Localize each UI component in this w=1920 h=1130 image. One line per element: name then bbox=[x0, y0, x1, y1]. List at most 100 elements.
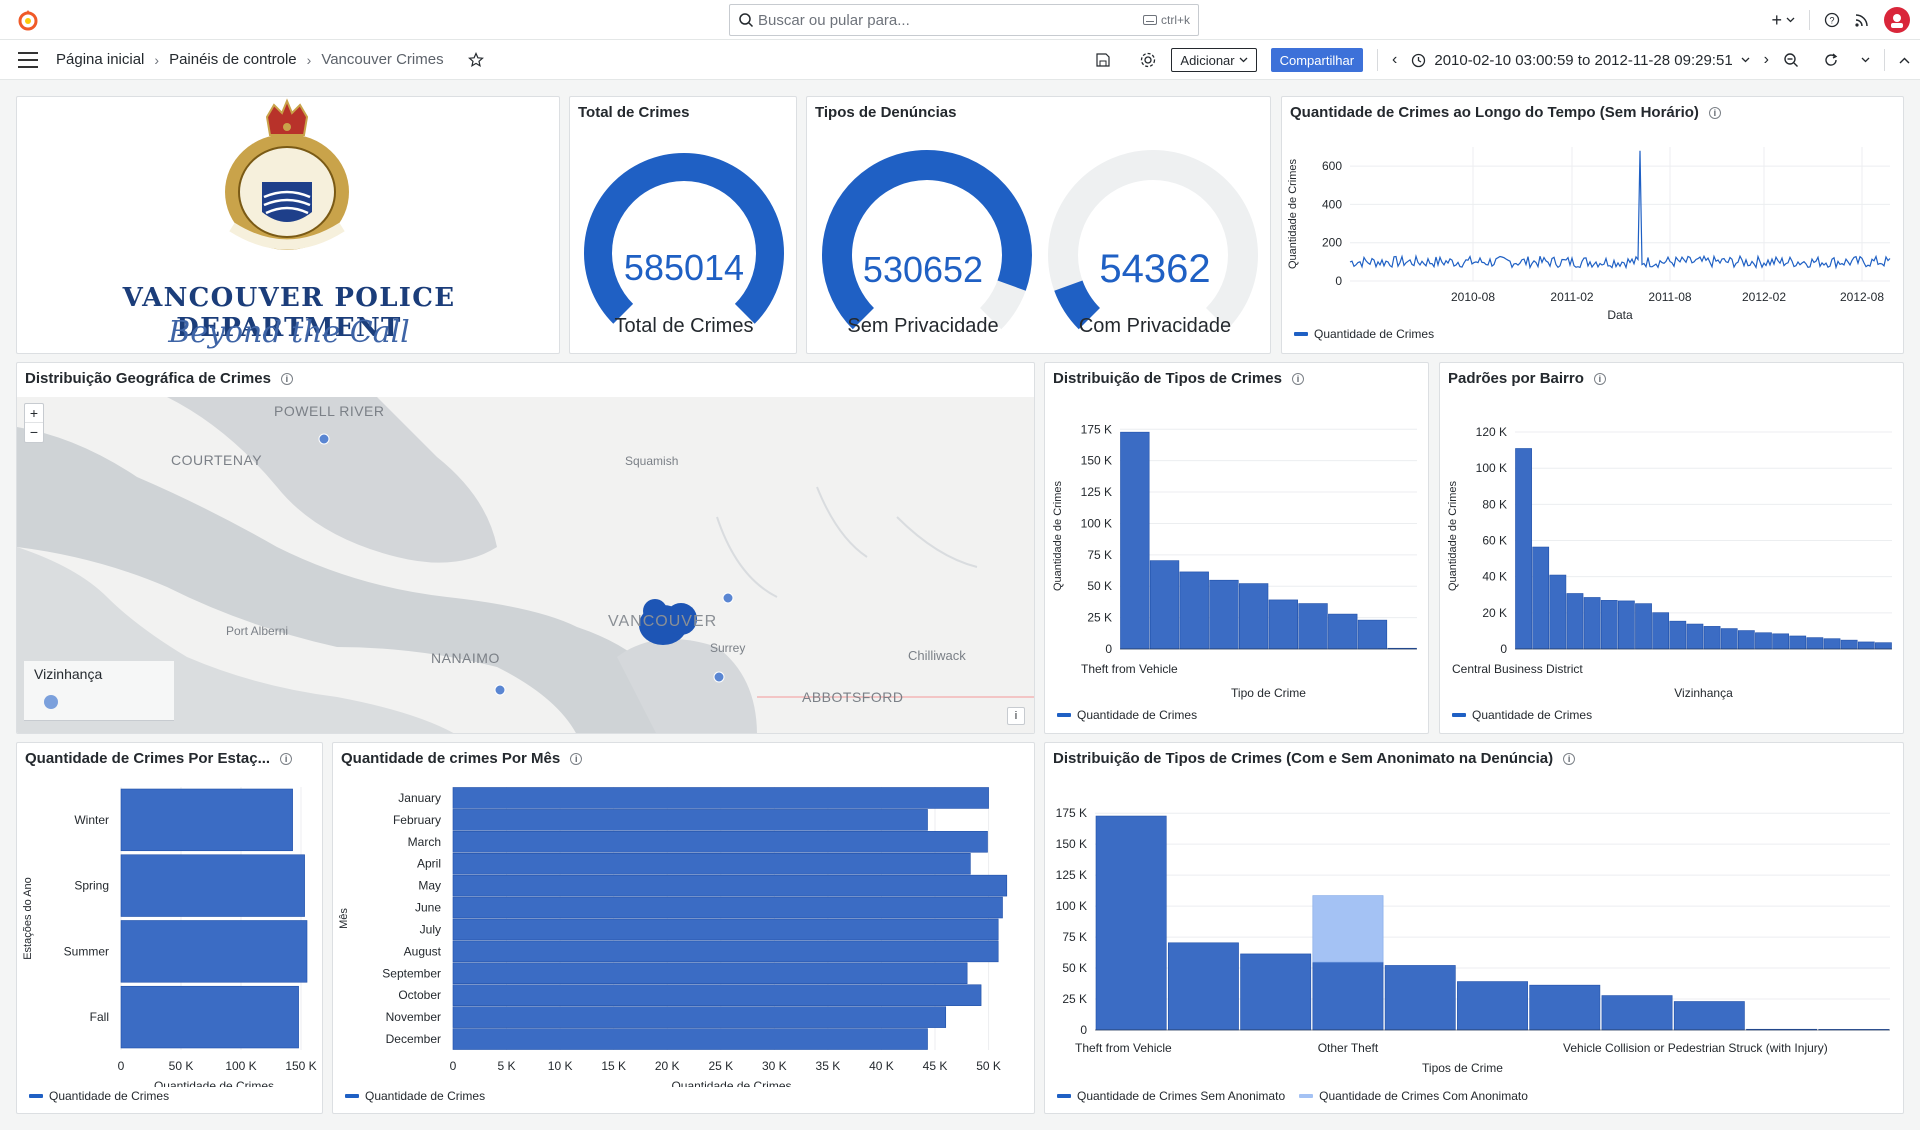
x-tick-label: 35 K bbox=[816, 1059, 841, 1073]
map-point[interactable] bbox=[713, 671, 725, 683]
news-rss-icon[interactable] bbox=[1854, 12, 1870, 28]
breadcrumb-home[interactable]: Página inicial bbox=[56, 51, 144, 68]
info-icon[interactable]: i bbox=[1563, 752, 1576, 765]
mes-bar-chart: 0 5 K 10 K 15 K 20 K 25 K 30 K 35 K 40 K 45 K 50 K… bbox=[338, 787, 1008, 1087]
time-back-button[interactable]: ‹ bbox=[1392, 51, 1397, 69]
x-tick-label: 10 K bbox=[548, 1059, 573, 1073]
zoom-out-icon[interactable] bbox=[1783, 52, 1799, 68]
map-point[interactable] bbox=[318, 433, 330, 445]
new-menu-button[interactable]: + bbox=[1771, 10, 1795, 31]
chart-legend[interactable]: Quantidade de Crimes bbox=[1294, 327, 1434, 341]
info-icon[interactable]: i bbox=[1593, 372, 1606, 385]
legend-swatch bbox=[1294, 332, 1308, 336]
map-point[interactable] bbox=[722, 592, 734, 604]
bar bbox=[1789, 635, 1807, 650]
x-tick-label: 45 K bbox=[923, 1059, 948, 1073]
chevron-down-icon bbox=[1741, 57, 1750, 63]
refresh-interval-chevron-icon[interactable] bbox=[1861, 57, 1870, 63]
bar bbox=[1239, 583, 1269, 650]
map-attribution-button[interactable]: i bbox=[1007, 707, 1025, 725]
map-label-port-alberni: Port Alberni bbox=[226, 624, 289, 638]
y-tick-label: 20 K bbox=[1482, 606, 1507, 620]
y-tick-label: 0 bbox=[1335, 274, 1342, 288]
bar bbox=[1720, 628, 1738, 650]
bairro-panel: Padrões por Bairro i 0 20 K 40 K 60 K 80 K 100… bbox=[1439, 362, 1904, 734]
chart-legend[interactable]: Quantidade de Crimes bbox=[1452, 708, 1592, 722]
x-tick-label: Theft from Vehicle bbox=[1075, 1041, 1172, 1055]
add-button[interactable]: Adicionar bbox=[1171, 48, 1257, 72]
chevron-right-icon: › bbox=[154, 51, 160, 68]
bar bbox=[120, 985, 299, 1049]
settings-gear-icon[interactable] bbox=[1139, 51, 1157, 69]
vpd-logo-panel: VANCOUVER POLICE DEPARTMENT Beyond the C… bbox=[16, 96, 560, 354]
zoom-out-button[interactable]: − bbox=[25, 423, 43, 442]
bar bbox=[1549, 574, 1567, 650]
search-input[interactable]: Buscar ou pular para... ctrl+k bbox=[729, 4, 1199, 36]
bar-com-anonimato bbox=[1312, 895, 1384, 963]
info-icon[interactable]: i bbox=[570, 752, 583, 765]
avatar[interactable] bbox=[1884, 7, 1910, 33]
breadcrumb-dashboards[interactable]: Painéis de controle bbox=[169, 51, 297, 68]
x-tick-label: 2010-08 bbox=[1451, 290, 1495, 304]
series-line bbox=[1349, 150, 1891, 270]
bar bbox=[452, 940, 999, 963]
bar bbox=[120, 920, 308, 983]
chart-legend[interactable]: Quantidade de Crimes bbox=[345, 1089, 485, 1103]
info-icon[interactable]: i bbox=[280, 752, 293, 765]
chart-legend[interactable]: Quantidade de Crimes Sem Anonimato Quant… bbox=[1057, 1089, 1528, 1103]
anonimato-bar-chart: 0 25 K 50 K 75 K 100 K 125 K 150 K 175 K Theft f… bbox=[1056, 806, 1890, 1075]
bar-sem-anonimato bbox=[1312, 961, 1384, 1031]
time-forward-button[interactable]: › bbox=[1764, 51, 1769, 69]
panel-title: Quantidade de crimes Por Mês i bbox=[341, 750, 583, 767]
map-label-abbotsford: ABBOTSFORD bbox=[802, 689, 904, 705]
star-icon[interactable] bbox=[467, 51, 484, 68]
save-icon[interactable] bbox=[1095, 52, 1111, 68]
refresh-icon[interactable] bbox=[1823, 52, 1839, 68]
help-icon[interactable]: ? bbox=[1824, 12, 1840, 28]
y-tick-label: May bbox=[418, 879, 441, 893]
menu-toggle-button[interactable] bbox=[18, 52, 38, 68]
y-tick-label: 60 K bbox=[1482, 534, 1507, 548]
estacoes-panel: Quantidade de Crimes Por Estaç... i 0 50 K… bbox=[16, 742, 323, 1114]
gauge-value: 530652 bbox=[862, 249, 984, 290]
map-label-courtenay: COURTENAY bbox=[171, 452, 263, 468]
chart-legend[interactable]: Quantidade de Crimes bbox=[29, 1089, 169, 1103]
share-button[interactable]: Compartilhar bbox=[1270, 48, 1364, 72]
clock-icon bbox=[1412, 53, 1426, 67]
y-tick-label: 0 bbox=[1105, 642, 1112, 656]
y-tick-label: 100 K bbox=[1476, 461, 1507, 475]
bar bbox=[1652, 612, 1670, 650]
chart-legend[interactable]: Quantidade de Crimes bbox=[1057, 708, 1197, 722]
grafana-logo-icon[interactable] bbox=[16, 8, 40, 32]
map-legend: Vizinhança bbox=[24, 661, 174, 721]
info-icon[interactable]: i bbox=[1291, 372, 1304, 385]
chevron-down-icon bbox=[1786, 17, 1795, 23]
search-icon bbox=[739, 13, 754, 28]
y-tick-label: 120 K bbox=[1476, 425, 1507, 439]
x-tick-label: 2012-08 bbox=[1840, 290, 1884, 304]
panel-title: Tipos de Denúncias bbox=[815, 104, 957, 121]
gauge-label: Com Privacidade bbox=[1078, 315, 1232, 337]
legend-swatch bbox=[1452, 713, 1466, 717]
x-axis-label: Vizinhança bbox=[1674, 686, 1733, 700]
x-tick-label: 25 K bbox=[708, 1059, 733, 1073]
info-icon[interactable]: i bbox=[1708, 106, 1721, 119]
chevron-up-icon[interactable] bbox=[1899, 57, 1910, 64]
vpd-badge-icon bbox=[225, 98, 349, 250]
map-label-surrey: Surrey bbox=[710, 641, 746, 655]
y-tick-label: 80 K bbox=[1482, 497, 1507, 511]
bar bbox=[1149, 560, 1180, 650]
time-range-picker[interactable]: 2010-02-10 03:00:59 to 2012-11-28 09:29:… bbox=[1411, 52, 1750, 69]
zoom-in-button[interactable]: + bbox=[25, 404, 43, 423]
y-axis-label: Quantidade de Crimes bbox=[1052, 480, 1064, 591]
info-icon[interactable]: i bbox=[280, 372, 293, 385]
bar bbox=[1669, 620, 1687, 650]
map-point[interactable] bbox=[494, 684, 506, 696]
x-tick-label: Central Business District bbox=[1452, 662, 1583, 676]
anonimato-panel: Distribuição de Tipos de Crimes (Com e S… bbox=[1044, 742, 1904, 1114]
map-label-chilliwack: Chilliwack bbox=[908, 648, 966, 663]
y-tick-label: July bbox=[420, 922, 441, 936]
y-tick-label: 25 K bbox=[1062, 992, 1087, 1006]
bar bbox=[1703, 626, 1721, 650]
dashboard-nav-bar: Página inicial › Painéis de controle › V… bbox=[0, 40, 1920, 80]
